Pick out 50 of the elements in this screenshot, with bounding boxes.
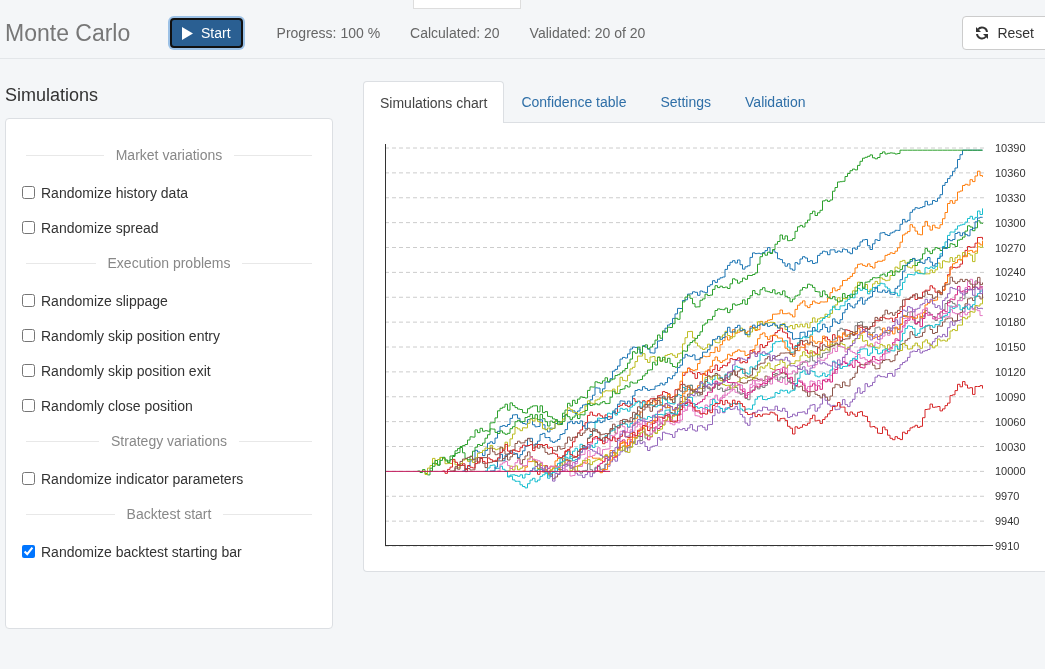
checkbox-label: Randomize backtest starting bar [41,543,242,560]
play-icon [182,26,193,40]
axis-label: 10000 [995,465,1026,478]
group-heading: Strategy variations [26,433,312,449]
checkbox-label: Randomize slippage [41,292,168,309]
axis-label: 10150 [995,341,1026,353]
axis-label: 10390 [995,144,1026,154]
checkbox[interactable] [22,399,35,412]
axis-label: 10330 [995,191,1026,204]
axis-label: 9970 [995,490,1020,503]
checkbox-label: Randomize history data [41,184,189,201]
checkbox-label: Randomly close position [41,397,193,414]
checkbox[interactable] [22,329,35,342]
axis-label: 10240 [995,266,1026,279]
tab[interactable]: Settings [643,81,729,122]
reset-button[interactable]: Reset [962,16,1045,50]
tab[interactable]: Confidence table [504,81,644,122]
axis-label: 10300 [995,216,1026,229]
app-title: Monte Carlo [5,19,132,47]
checkbox[interactable] [22,221,35,234]
axis-label: 10210 [995,291,1026,304]
axis-label: 10360 [995,166,1026,179]
axis-label: 10180 [995,316,1026,329]
checkbox-label: Randomly skip position entry [41,327,220,344]
status-text: Calculated: 20 [410,25,500,41]
group-heading: Execution problems [26,255,312,271]
checkbox-label: Randomize spread [41,219,159,236]
axis-label: 10030 [995,440,1026,453]
checkbox[interactable] [22,545,35,558]
group-heading: Market variations [26,147,312,163]
start-button[interactable]: Start [170,18,243,48]
tab[interactable]: Validation [728,81,823,122]
axis-label: 10120 [995,365,1026,378]
section-heading: Simulations [5,85,100,106]
axis-label: 9940 [995,515,1020,528]
checkbox[interactable] [22,472,35,485]
checkbox[interactable] [22,186,35,199]
checkbox-label: Randomly skip position exit [41,362,211,379]
axis-label: 10090 [995,390,1026,403]
axis-label: 10060 [995,415,1026,428]
tab[interactable]: Simulations chart [363,81,505,123]
status-text: Progress: 100 % [276,25,381,41]
group-heading: Backtest start [26,506,312,522]
checkbox[interactable] [22,294,35,307]
checkbox[interactable] [22,364,35,377]
checkbox-label: Randomize indicator parameters [41,470,244,487]
refresh-icon [975,26,990,40]
axis-label: 9910 [995,540,1020,552]
axis-label: 10270 [995,241,1026,254]
status-text: Validated: 20 of 20 [529,25,646,41]
